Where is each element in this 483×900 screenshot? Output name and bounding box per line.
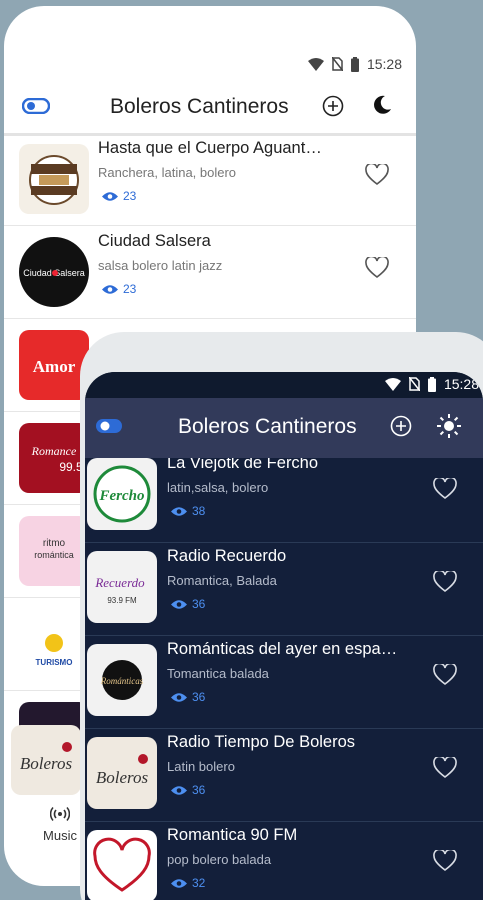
eye-icon [171,785,187,795]
eye-icon [102,284,118,294]
station-genre: latin,salsa, bolero [167,480,269,495]
station-logo: Boleros [87,737,157,809]
station-logo: Recuerdo 93.9 FM [87,551,157,623]
station-logo: Amor [19,330,89,400]
list-item[interactable]: Boleros Radio Tiempo De Boleros Latin bo… [85,729,483,822]
theme-toggle-icon[interactable] [22,98,50,114]
station-list-dark: Fercho La Viejotk de Fercho latin,salsa,… [85,458,483,900]
station-logo: Boleros [11,725,81,795]
station-logo [87,830,157,900]
view-count: 36 [171,783,205,797]
station-logo: Fercho [87,458,157,530]
battery-icon [427,376,436,392]
station-logo: TURISMO [19,609,89,679]
eye-icon [171,599,187,609]
svg-text:Románticas: Románticas [100,676,144,686]
add-station-icon[interactable] [390,415,412,437]
favorite-heart-icon[interactable] [433,478,457,500]
station-genre: salsa bolero latin jazz [98,258,223,273]
dark-mode-icon[interactable] [371,94,393,116]
favorite-heart-icon[interactable] [433,757,457,779]
svg-text:93.9 FM: 93.9 FM [107,596,137,605]
no-sim-icon [331,57,343,71]
station-logo: ritmo romántica [19,516,89,586]
eye-icon [171,692,187,702]
svg-text:Amor: Amor [33,357,76,376]
view-count: 36 [171,690,205,704]
list-item[interactable]: Románticas Románticas del ayer en espa… … [85,636,483,729]
station-name: Hasta que el Cuerpo Aguant… [98,139,322,157]
view-count: 38 [171,504,205,518]
status-time: 15:28 [443,376,479,392]
station-genre: Ranchera, latina, bolero [98,165,237,180]
battery-icon [350,56,359,72]
station-name: La Viejotk de Fercho [167,458,319,472]
light-mode-icon[interactable] [437,414,461,438]
dark-phone-screen: 15:28 Boleros Cantineros Fercho La Viejo… [85,372,483,900]
list-item[interactable]: Fercho La Viejotk de Fercho latin,salsa,… [85,458,483,543]
list-item[interactable]: Recuerdo 93.9 FM Radio Recuerdo Romantica… [85,543,483,636]
favorite-heart-icon[interactable] [365,164,389,186]
no-sim-icon [408,377,420,391]
station-genre: pop bolero balada [167,852,272,867]
view-count: 23 [102,282,136,296]
svg-text:Fercho: Fercho [99,488,145,504]
list-item[interactable]: Hasta que el Cuerpo Aguant… Ranchera, la… [4,133,416,226]
eye-icon [171,878,187,888]
station-genre: Latin bolero [167,759,235,774]
eye-icon [102,191,118,201]
app-title: Boleros Cantineros [178,415,357,438]
view-count: 23 [102,189,136,203]
station-name: Radio Recuerdo [167,547,287,565]
theme-toggle-icon[interactable] [95,418,123,434]
eye-icon [171,506,187,516]
list-item[interactable]: Romantica 90 FM pop bolero balada 32 [85,822,483,900]
favorite-heart-icon[interactable] [433,850,457,872]
favorite-heart-icon[interactable] [433,664,457,686]
app-bar-light: Boleros Cantineros [4,86,416,136]
station-genre: Tomantica balada [167,666,269,681]
svg-text:Recuerdo: Recuerdo [94,575,145,590]
station-logo: Romance 99.5 [19,423,89,493]
station-logo: Ciudad Salsera [19,237,89,307]
station-name: Ciudad Salsera [98,232,211,250]
station-logo: Románticas [87,644,157,716]
svg-text:TURISMO: TURISMO [36,658,73,667]
view-count: 32 [171,876,205,890]
svg-text:Boleros: Boleros [96,768,149,787]
svg-text:ritmo: ritmo [43,538,66,549]
bottom-nav-music[interactable]: Music [35,806,85,843]
station-name: Radio Tiempo De Boleros [167,733,356,751]
add-station-icon[interactable] [322,95,344,117]
station-name: Romantica 90 FM [167,826,298,844]
view-count: 36 [171,597,205,611]
favorite-heart-icon[interactable] [433,571,457,593]
radio-waves-icon [50,806,70,822]
app-bar-dark: Boleros Cantineros [85,398,483,458]
favorite-heart-icon[interactable] [365,257,389,279]
station-genre: Romantica, Balada [167,573,277,588]
wifi-icon [307,57,324,71]
station-name: Románticas del ayer en espa… [167,640,398,658]
wifi-icon [384,377,401,391]
list-item[interactable]: Ciudad Salsera Ciudad Salsera salsa bole… [4,226,416,319]
status-time: 15:28 [366,56,402,72]
svg-text:Romance: Romance [31,444,77,458]
app-title: Boleros Cantineros [110,95,289,118]
status-bar-light: 15:28 [307,54,402,74]
status-bar-dark: 15:28 [85,372,483,398]
svg-text:romántica: romántica [34,550,74,560]
music-label: Music [43,828,77,843]
svg-text:Boleros: Boleros [20,754,73,773]
station-logo [19,144,89,214]
